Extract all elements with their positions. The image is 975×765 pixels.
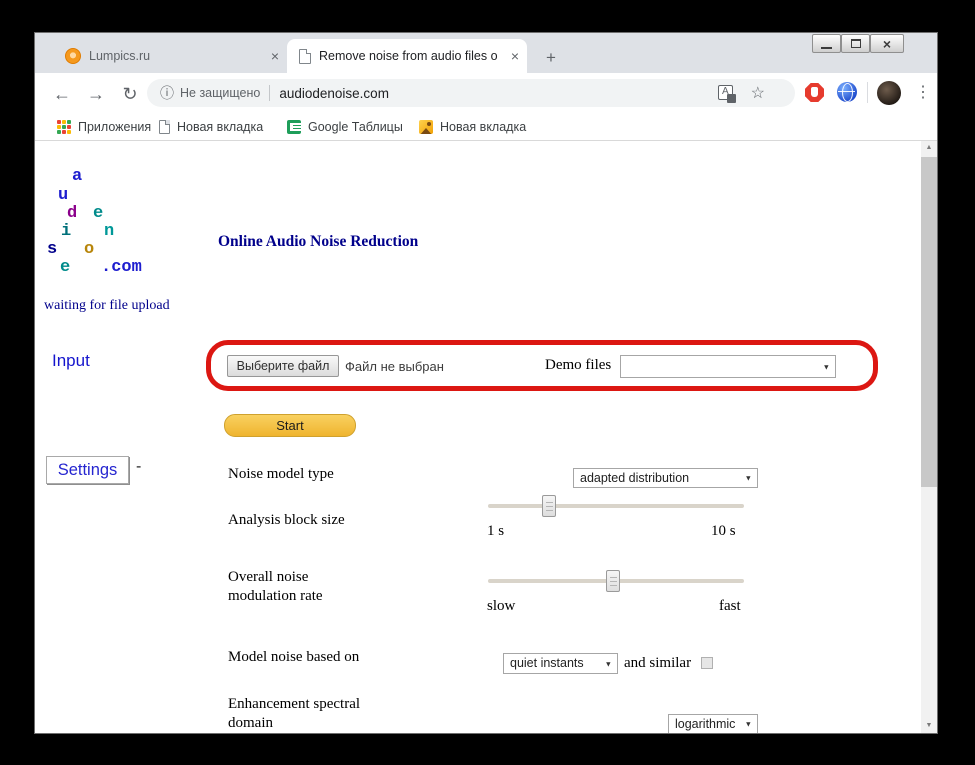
chevron-down-icon: ▼ (745, 720, 752, 729)
new-tab-button[interactable]: + (539, 47, 563, 71)
slider-min-label: slow (487, 598, 515, 615)
slider-min-label: 1 s (487, 523, 504, 540)
bookmarks-bar: Приложения Новая вкладка Google Таблицы … (35, 113, 937, 141)
model-noise-label: Model noise based on (228, 648, 359, 667)
tab-audiodenoise[interactable]: Remove noise from audio files o × (287, 39, 527, 73)
lumpics-favicon-icon (65, 48, 81, 64)
bookmark-new-tab-2[interactable]: Новая вкладка (419, 113, 526, 141)
back-button[interactable]: ← (49, 81, 75, 107)
logo-letter: i (61, 223, 71, 240)
image-icon (419, 120, 433, 134)
settings-button[interactable]: Settings (46, 456, 129, 484)
tab-title: Remove noise from audio files o (319, 49, 505, 63)
slider-max-label: 10 s (711, 523, 736, 540)
scroll-up-icon[interactable]: ▲ (921, 141, 937, 155)
tab-close-icon[interactable]: × (265, 48, 287, 64)
block-size-slider-thumb[interactable] (542, 495, 556, 517)
reload-button[interactable]: ↻ (117, 81, 143, 107)
select-value (621, 356, 835, 358)
modulation-rate-label: Overall noise modulation rate (228, 568, 378, 606)
chevron-down-icon: ▼ (605, 659, 612, 668)
bookmark-label: Новая вкладка (440, 120, 526, 134)
tab-close-icon[interactable]: × (505, 48, 527, 64)
slider-max-label: fast (719, 598, 741, 615)
page-favicon-icon (299, 49, 311, 64)
logo-letter: n (104, 223, 114, 240)
modulation-slider-thumb[interactable] (606, 570, 620, 592)
demo-files-label: Demo files (545, 357, 611, 374)
block-size-slider[interactable] (488, 504, 744, 508)
select-value: quiet instants (504, 654, 617, 670)
demo-files-select[interactable]: ▼ (620, 355, 836, 378)
window-maximize-button[interactable] (841, 34, 870, 53)
window-minimize-button[interactable] (812, 34, 841, 53)
maximize-icon (851, 39, 861, 48)
logo-letter: e (60, 259, 70, 276)
spectral-domain-label: Enhancement spectral domain (228, 695, 388, 733)
chevron-down-icon: ▼ (745, 474, 752, 483)
address-bar[interactable]: ⓘ Не защищено audiodenoise.com ☆ (147, 79, 795, 107)
bookmark-label: Google Таблицы (308, 120, 403, 134)
browser-toolbar: ← → ↻ ⓘ Не защищено audiodenoise.com ☆ ⋮ (35, 73, 937, 113)
logo-letter: e (93, 205, 103, 222)
noise-model-select[interactable]: adapted distribution ▼ (573, 468, 758, 488)
tab-lumpics[interactable]: Lumpics.ru × (55, 39, 287, 73)
sheets-icon (287, 120, 301, 134)
bookmark-label: Новая вкладка (177, 120, 263, 134)
page-content: a u d e i n s o e .com Online Audio Nois… (35, 141, 937, 733)
select-value: adapted distribution (574, 469, 757, 485)
file-status-text: Файл не выбран (345, 359, 444, 374)
slider-grip-icon (546, 502, 553, 511)
logo-letter: o (84, 241, 94, 258)
scrollbar-thumb[interactable] (921, 157, 937, 487)
analysis-block-size-label: Analysis block size (228, 511, 345, 530)
minimize-icon (821, 47, 832, 49)
page-icon (159, 120, 170, 134)
security-label: Не защищено (180, 86, 260, 100)
input-section-label: Input (52, 351, 90, 371)
model-noise-select[interactable]: quiet instants ▼ (503, 653, 618, 674)
tab-title: Lumpics.ru (89, 49, 265, 63)
slider-grip-icon (610, 577, 617, 586)
bookmark-star-icon[interactable]: ☆ (751, 83, 765, 103)
close-icon: × (883, 37, 891, 51)
globe-extension-icon[interactable] (837, 82, 857, 102)
url-text: audiodenoise.com (279, 86, 389, 101)
translate-icon[interactable] (718, 85, 733, 100)
apps-grid-icon (57, 120, 71, 134)
start-button[interactable]: Start (224, 414, 356, 437)
and-similar-checkbox[interactable] (701, 657, 713, 669)
browser-window: Lumpics.ru × Remove noise from audio fil… (34, 32, 938, 734)
settings-dash: - (136, 458, 141, 476)
omnibox-divider (269, 85, 270, 101)
bookmark-label: Приложения (78, 120, 151, 134)
logo-letter: .com (101, 259, 142, 276)
choose-file-button[interactable]: Выберите файл (227, 355, 339, 377)
noise-model-type-label: Noise model type (228, 465, 334, 484)
bookmark-new-tab-1[interactable]: Новая вкладка (159, 113, 263, 141)
chevron-down-icon: ▼ (823, 362, 830, 371)
browser-menu-button[interactable]: ⋮ (913, 81, 933, 105)
logo-letter: s (47, 241, 57, 258)
tab-strip: Lumpics.ru × Remove noise from audio fil… (35, 33, 937, 73)
vertical-scrollbar[interactable]: ▲ ▼ (921, 141, 937, 733)
scroll-down-icon[interactable]: ▼ (921, 719, 937, 733)
site-info-icon[interactable]: ⓘ (160, 83, 174, 103)
bookmark-apps[interactable]: Приложения (57, 113, 151, 141)
logo-letter: d (67, 205, 77, 222)
page-title: Online Audio Noise Reduction (218, 233, 418, 251)
logo-letter: a (72, 168, 82, 185)
toolbar-separator (867, 82, 868, 103)
adblock-extension-icon[interactable] (805, 83, 824, 102)
window-close-button[interactable]: × (870, 34, 904, 53)
forward-button[interactable]: → (83, 81, 109, 107)
and-similar-label: and similar (624, 654, 691, 673)
spectral-domain-select[interactable]: logarithmic ▼ (668, 714, 758, 733)
profile-avatar[interactable] (877, 81, 901, 105)
logo-letter: u (58, 187, 68, 204)
bookmark-google-sheets[interactable]: Google Таблицы (287, 113, 403, 141)
upload-status-text: waiting for file upload (44, 298, 170, 314)
